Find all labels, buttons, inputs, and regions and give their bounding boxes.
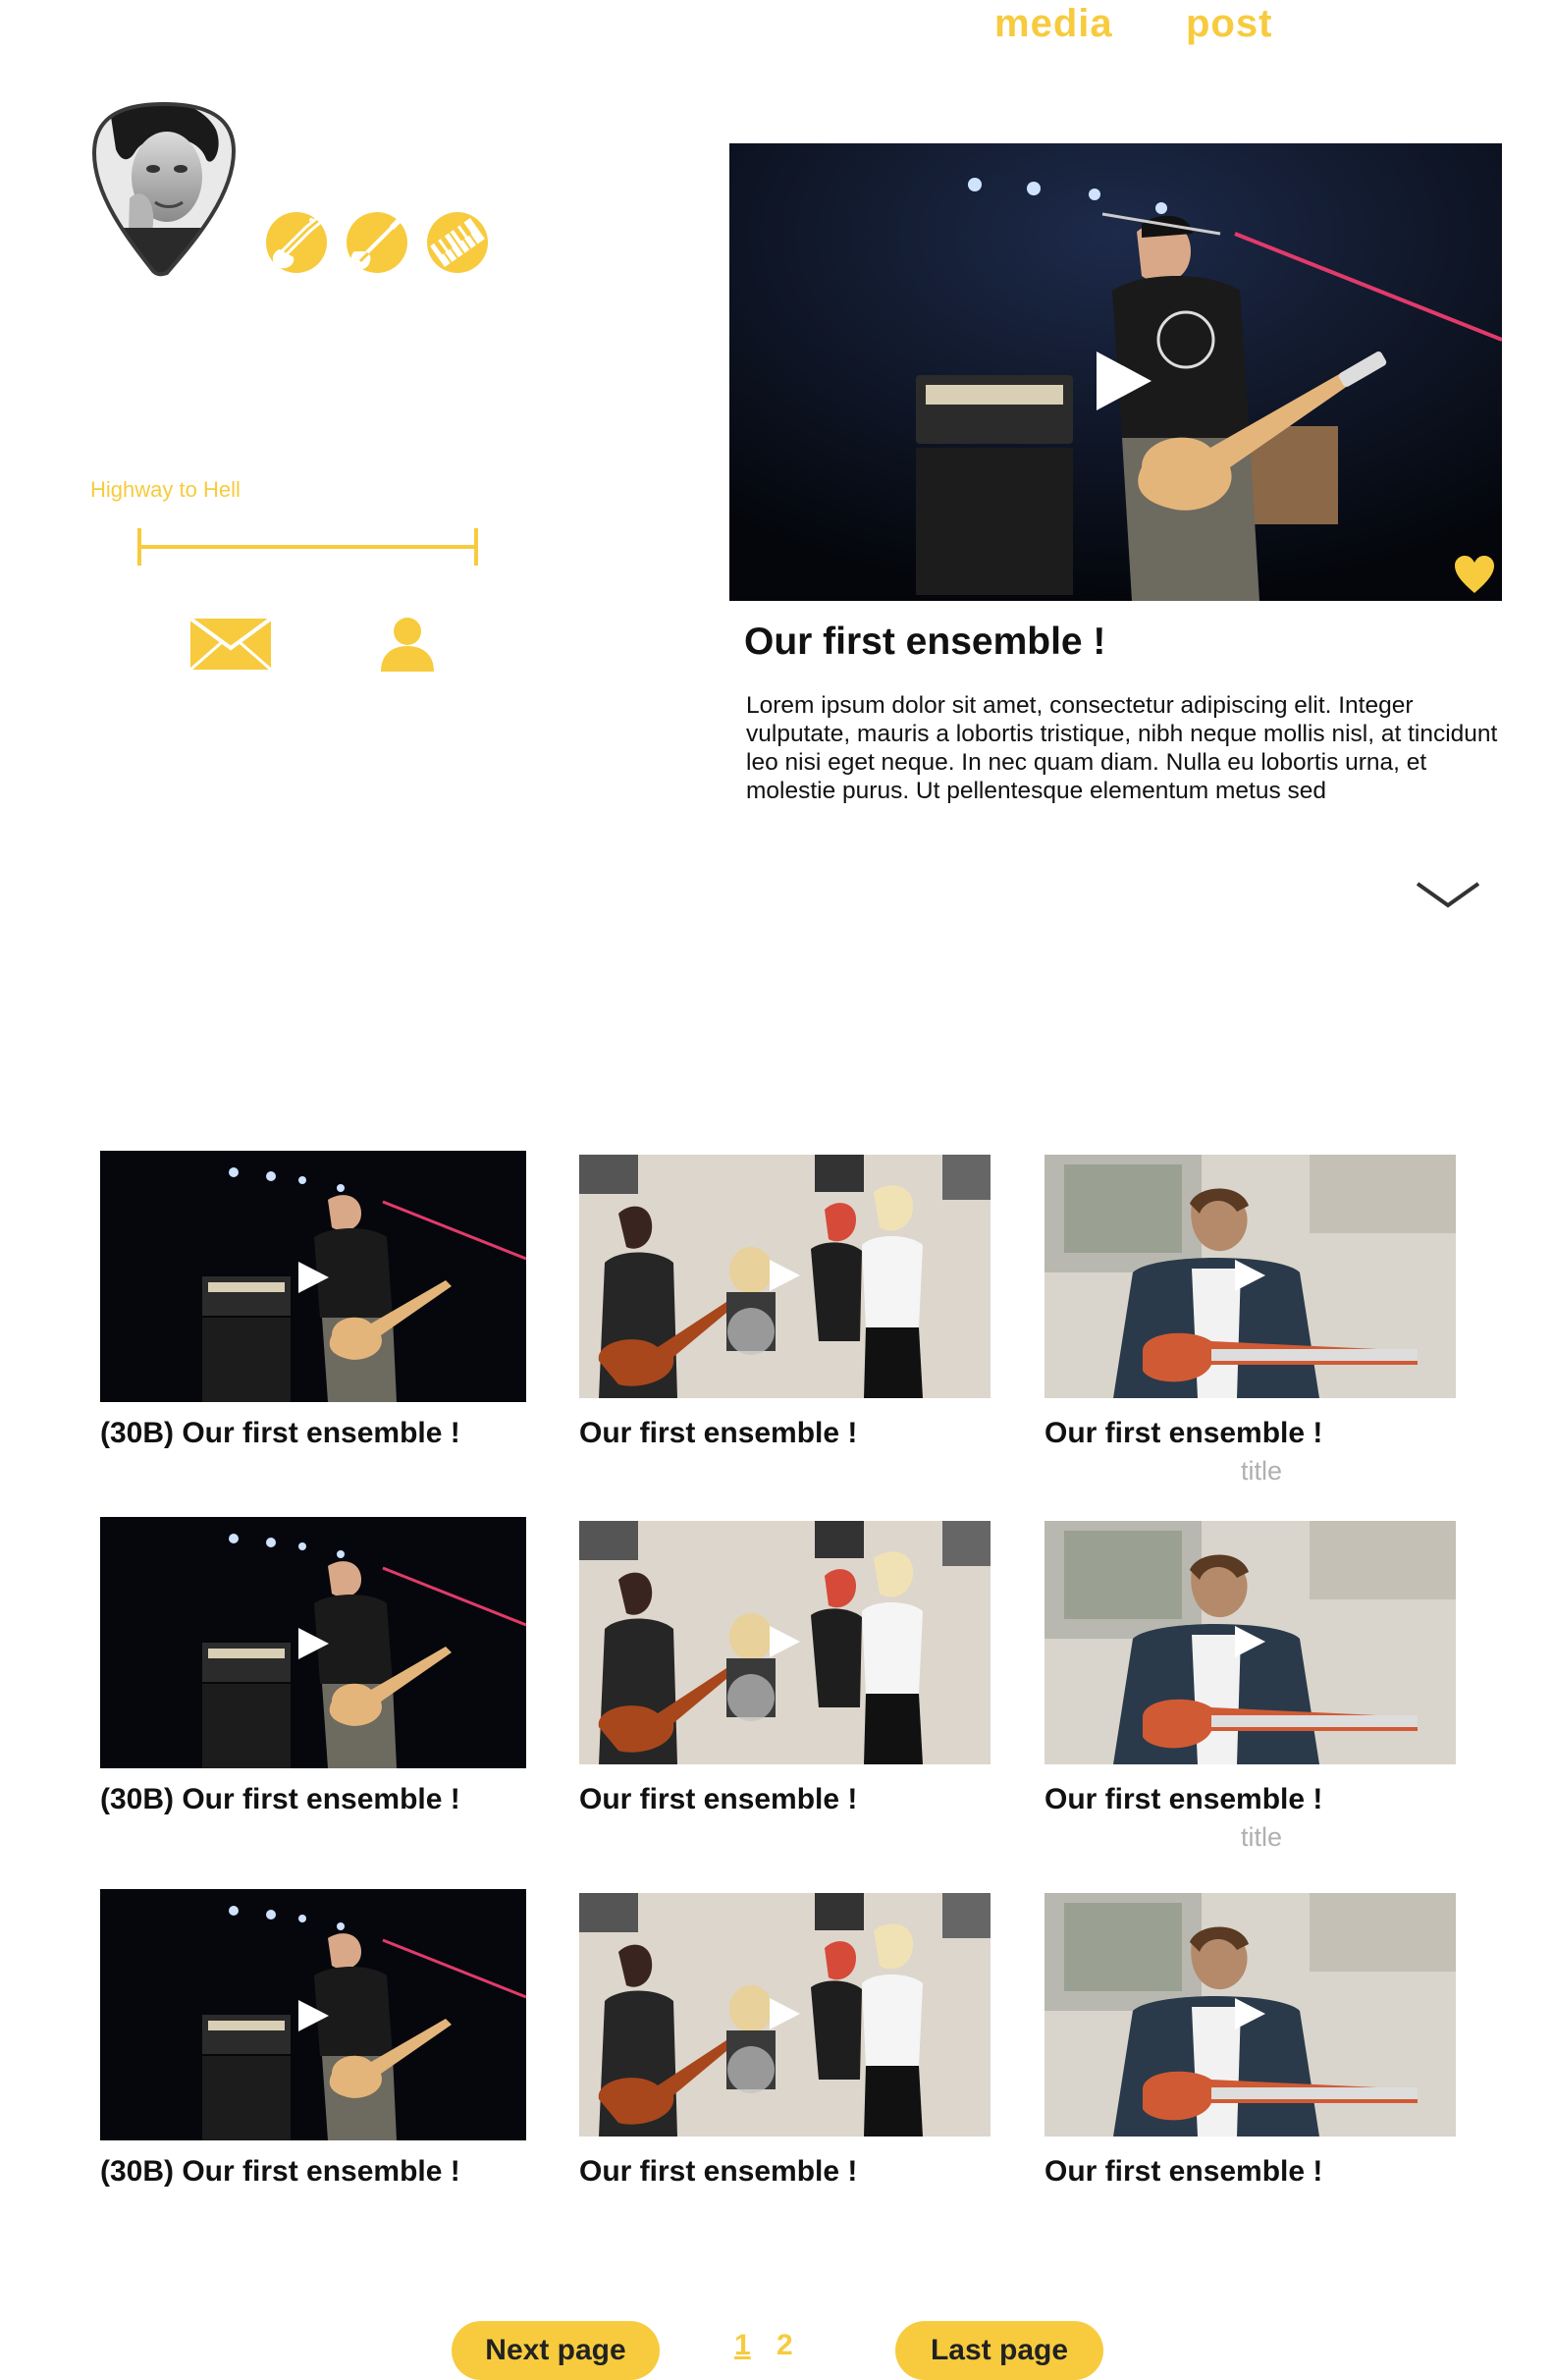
featured-title: Our first ensemble ! (744, 621, 1106, 663)
play-icon[interactable] (296, 1627, 330, 1660)
heart-icon[interactable] (1453, 554, 1496, 595)
audio-progress-bar[interactable] (137, 528, 478, 566)
chevron-down-icon[interactable] (1414, 878, 1482, 911)
play-icon[interactable] (1233, 1259, 1266, 1292)
video-thumbnail[interactable] (1044, 1521, 1456, 1764)
video-title[interactable]: Our first ensemble ! (579, 1783, 857, 1816)
video-subtitle: title (1241, 1822, 1283, 1852)
play-icon[interactable] (768, 1997, 801, 2030)
video-thumbnail[interactable] (1044, 1155, 1456, 1398)
progress-start-cap (137, 528, 141, 566)
play-icon[interactable] (296, 1999, 330, 2032)
play-icon[interactable] (1233, 1625, 1266, 1658)
next-page-button[interactable]: Next page (452, 2321, 660, 2380)
video-thumbnail[interactable] (579, 1155, 991, 1398)
mail-icon[interactable] (190, 619, 271, 670)
video-title[interactable]: Our first ensemble ! (1044, 2155, 1322, 2189)
video-thumbnail[interactable] (579, 1521, 991, 1764)
video-title[interactable]: (30B) Our first ensemble ! (100, 2155, 460, 2189)
profile-avatar[interactable] (90, 100, 238, 277)
featured-video[interactable] (729, 143, 1502, 601)
video-thumbnail[interactable] (579, 1893, 991, 2137)
video-thumbnail[interactable] (100, 1517, 526, 1768)
now-playing-title: Highway to Hell (90, 477, 241, 502)
play-icon[interactable] (1233, 1997, 1266, 2030)
piano-keys-icon (427, 212, 488, 273)
featured-description: Lorem ipsum dolor sit amet, consectetur … (746, 692, 1498, 804)
video-title[interactable]: Our first ensemble ! (579, 2155, 857, 2189)
video-title[interactable]: (30B) Our first ensemble ! (100, 1417, 460, 1450)
progress-track (137, 545, 478, 549)
video-thumbnail[interactable] (100, 1151, 526, 1402)
play-icon[interactable] (296, 1261, 330, 1294)
page-link-2[interactable]: 2 (776, 2329, 793, 2362)
last-page-button[interactable]: Last page (895, 2321, 1103, 2380)
tab-post[interactable]: post (1186, 2, 1272, 46)
play-icon[interactable] (768, 1625, 801, 1658)
video-title[interactable]: Our first ensemble ! (579, 1417, 857, 1450)
progress-end-cap (474, 528, 478, 566)
video-subtitle: title (1241, 1456, 1283, 1486)
play-icon[interactable] (1093, 350, 1153, 412)
video-title[interactable]: (30B) Our first ensemble ! (100, 1783, 460, 1816)
play-icon[interactable] (768, 1259, 801, 1292)
tab-media[interactable]: media (994, 2, 1113, 46)
video-title[interactable]: Our first ensemble ! (1044, 1783, 1322, 1816)
bass-guitar-icon (266, 212, 327, 273)
video-thumbnail[interactable] (1044, 1893, 1456, 2137)
page-link-1[interactable]: 1 (734, 2329, 751, 2362)
video-title[interactable]: Our first ensemble ! (1044, 1417, 1322, 1450)
electric-guitar-icon (347, 212, 407, 273)
video-thumbnail[interactable] (100, 1889, 526, 2140)
user-icon[interactable] (379, 617, 436, 672)
